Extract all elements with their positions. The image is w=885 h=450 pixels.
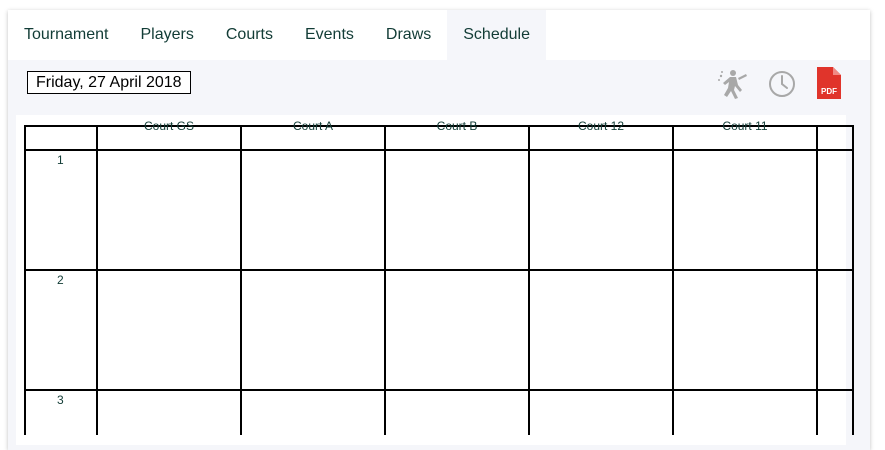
schedule-slot[interactable] (242, 151, 384, 269)
tab-events[interactable]: Events (289, 10, 370, 60)
row-number: 3 (57, 393, 64, 407)
tab-schedule[interactable]: Schedule (447, 10, 546, 60)
grid-line (24, 125, 26, 435)
tab-draws[interactable]: Draws (370, 10, 447, 60)
schedule-slot[interactable] (674, 151, 816, 269)
schedule-slot[interactable] (242, 391, 384, 435)
schedule-slot[interactable] (530, 151, 672, 269)
tab-bar: Tournament Players Courts Events Draws S… (8, 10, 870, 60)
pdf-icon[interactable]: PDF (816, 66, 842, 100)
grid-line (852, 125, 854, 435)
schedule-slot[interactable] (386, 151, 528, 269)
schedule-slot[interactable] (674, 271, 816, 389)
schedule-slot[interactable] (98, 391, 240, 435)
tab-tournament[interactable]: Tournament (8, 10, 125, 60)
schedule-slot[interactable] (530, 391, 672, 435)
row-number: 1 (57, 153, 64, 167)
tab-players[interactable]: Players (125, 10, 210, 60)
pdf-label: PDF (821, 87, 837, 96)
column-header-court-gs: Court GS (143, 119, 194, 133)
column-header-court-12: Court 12 (577, 119, 625, 133)
schedule-slot[interactable] (386, 271, 528, 389)
schedule-slot[interactable] (674, 391, 816, 435)
schedule-slot[interactable] (98, 151, 240, 269)
column-header-court-11: Court 11 (722, 119, 768, 133)
row-number: 2 (57, 273, 64, 287)
grid-line (816, 125, 818, 435)
column-header-court-a: Court A (292, 119, 334, 133)
clock-icon[interactable] (768, 70, 796, 98)
player-icon[interactable] (716, 68, 750, 100)
schedule-slot[interactable] (386, 391, 528, 435)
schedule-slot[interactable] (530, 271, 672, 389)
schedule-slot[interactable] (242, 271, 384, 389)
column-header-court-b: Court B (436, 119, 478, 133)
schedule-slot[interactable] (98, 271, 240, 389)
date-selector[interactable]: Friday, 27 April 2018 (27, 71, 191, 94)
tab-courts[interactable]: Courts (210, 10, 289, 60)
